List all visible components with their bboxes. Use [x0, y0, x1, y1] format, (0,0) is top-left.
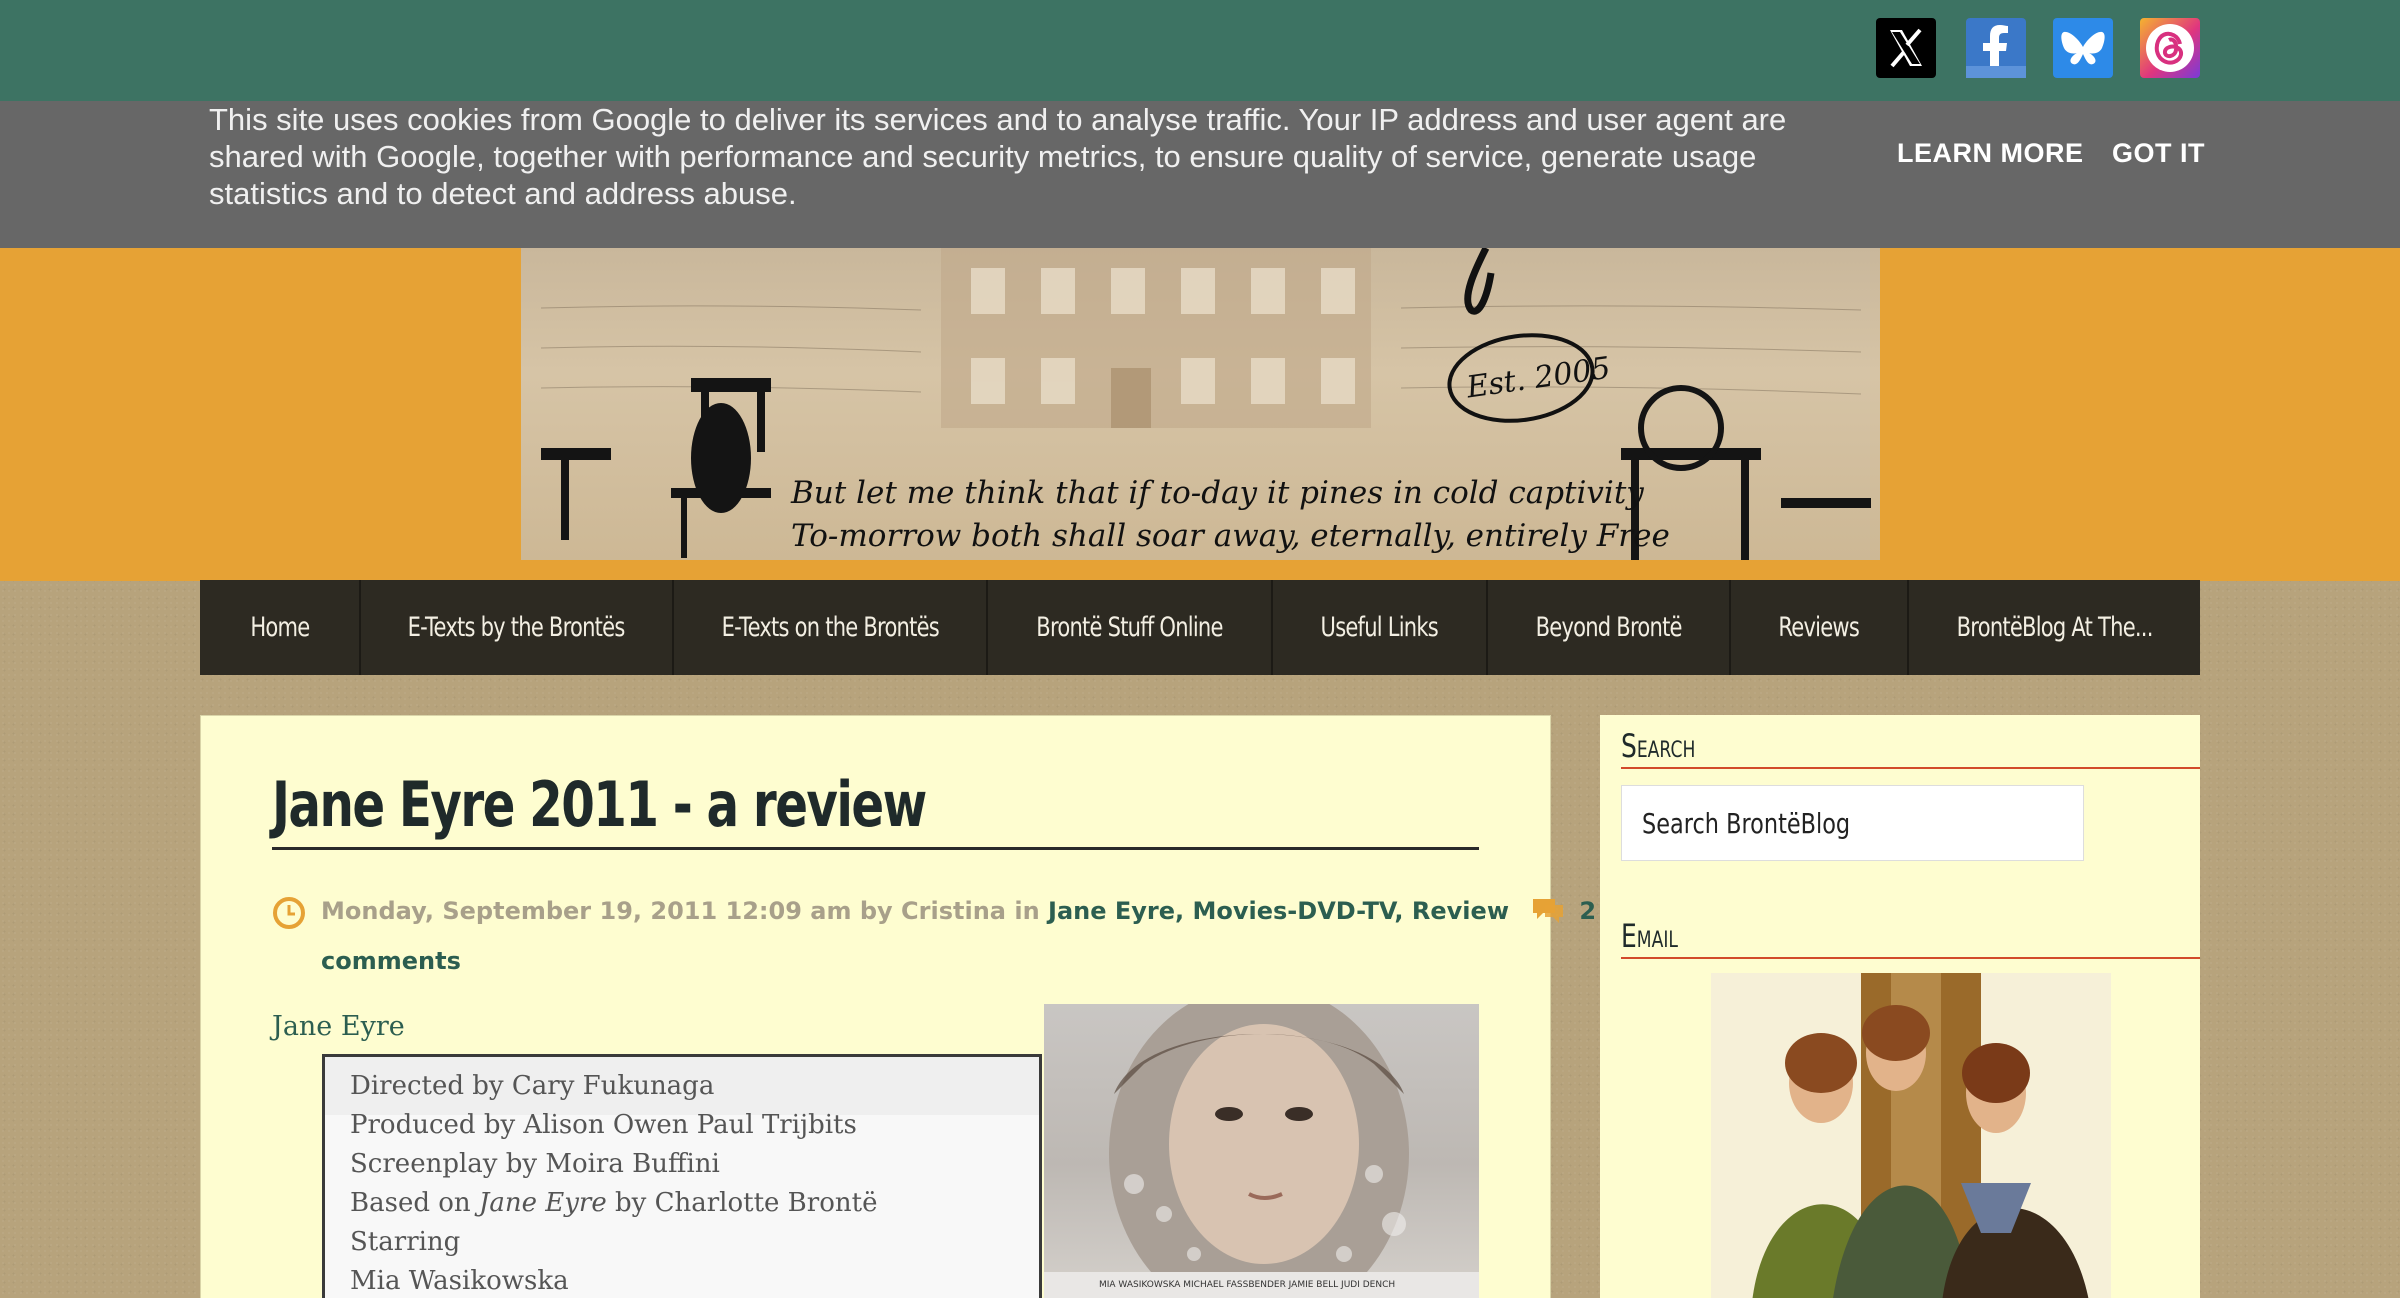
site-header: Est. 2005 But let me think that if to-da… — [0, 248, 2400, 581]
bluesky-icon[interactable] — [2053, 18, 2113, 78]
comments-icon[interactable] — [1531, 895, 1565, 925]
top-bar — [0, 0, 2400, 101]
comments-link[interactable]: comments — [321, 947, 461, 975]
post-title[interactable]: Jane Eyre 2011 - a review — [272, 768, 1479, 850]
facebook-icon[interactable] — [1966, 18, 2026, 78]
infobox-title[interactable]: Jane Eyre — [272, 1011, 405, 1042]
nav-bronteblog-at[interactable]: BrontëBlog At The... — [1909, 580, 2200, 675]
cookie-notice-text: This site uses cookies from Google to de… — [209, 102, 1787, 211]
email-widget-title: Email — [1621, 917, 2200, 959]
main-nav: Home E-Texts by the Brontës E-Texts on t… — [200, 580, 2200, 675]
est-label: Est. 2005 — [1463, 351, 1612, 406]
tag-separator: , — [1175, 897, 1193, 925]
threads-icon[interactable] — [2140, 18, 2200, 78]
poster-credits: MIA WASIKOWSKA MICHAEL FASSBENDER JAMIE … — [1099, 1280, 1395, 1290]
header-quote-line1: But let me think that if to-day it pines… — [790, 475, 1644, 511]
cookie-banner: This site uses cookies from Google to de… — [0, 101, 2400, 248]
search-input[interactable]: Search BrontëBlog — [1621, 785, 2084, 861]
header-banner-image[interactable]: Est. 2005 But let me think that if to-da… — [521, 248, 1880, 560]
nav-beyond-bronte[interactable]: Beyond Brontë — [1488, 580, 1731, 675]
sidebar: Search Search BrontëBlog Email — [1600, 715, 2200, 1298]
infobox-starring: Starring — [350, 1227, 461, 1257]
search-widget-title: Search — [1621, 727, 2200, 769]
tag-review[interactable]: Review — [1412, 897, 1509, 925]
nav-home[interactable]: Home — [200, 580, 361, 675]
tag-jane-eyre[interactable]: Jane Eyre — [1048, 897, 1175, 925]
x-icon[interactable] — [1876, 18, 1936, 78]
infobox-directed: Directed by Cary Fukunaga — [350, 1071, 715, 1101]
nav-bronte-stuff-online[interactable]: Brontë Stuff Online — [988, 580, 1273, 675]
comments-count[interactable]: 2 — [1579, 897, 1596, 925]
tag-separator: , — [1394, 897, 1412, 925]
infobox-star-1[interactable]: Mia Wasikowska — [350, 1266, 569, 1296]
post-author[interactable]: Cristina — [901, 897, 1006, 925]
post-date: Monday, September 19, 2011 12:09 am — [321, 897, 852, 925]
got-it-button[interactable]: GOT IT — [2112, 138, 2205, 169]
nav-etexts-on[interactable]: E-Texts on the Brontës — [674, 580, 988, 675]
header-quote-line2: To-morrow both shall soar away, eternall… — [791, 518, 1670, 554]
film-infobox: Directed by Cary Fukunaga Produced by Al… — [322, 1054, 1042, 1298]
infobox-based-on: Based on Jane Eyre by Charlotte Brontë — [350, 1188, 878, 1218]
by-label: by — [859, 897, 893, 925]
film-poster-image[interactable]: MIA WASIKOWSKA MICHAEL FASSBENDER JAMIE … — [1044, 1004, 1479, 1298]
infobox-produced: Produced by Alison Owen Paul Trijbits — [350, 1110, 857, 1140]
blog-post: Jane Eyre 2011 - a review Monday, Septem… — [200, 715, 1596, 1298]
clock-icon — [273, 897, 305, 929]
bronte-sisters-portrait — [1711, 973, 2111, 1298]
infobox-screenplay: Screenplay by Moira Buffini — [350, 1149, 720, 1179]
in-label: in — [1014, 897, 1040, 925]
nav-reviews[interactable]: Reviews — [1731, 580, 1909, 675]
nav-useful-links[interactable]: Useful Links — [1273, 580, 1488, 675]
nav-etexts-by[interactable]: E-Texts by the Brontës — [361, 580, 674, 675]
tag-movies-dvd-tv[interactable]: Movies-DVD-TV — [1193, 897, 1395, 925]
learn-more-button[interactable]: LEARN MORE — [1897, 138, 2084, 169]
